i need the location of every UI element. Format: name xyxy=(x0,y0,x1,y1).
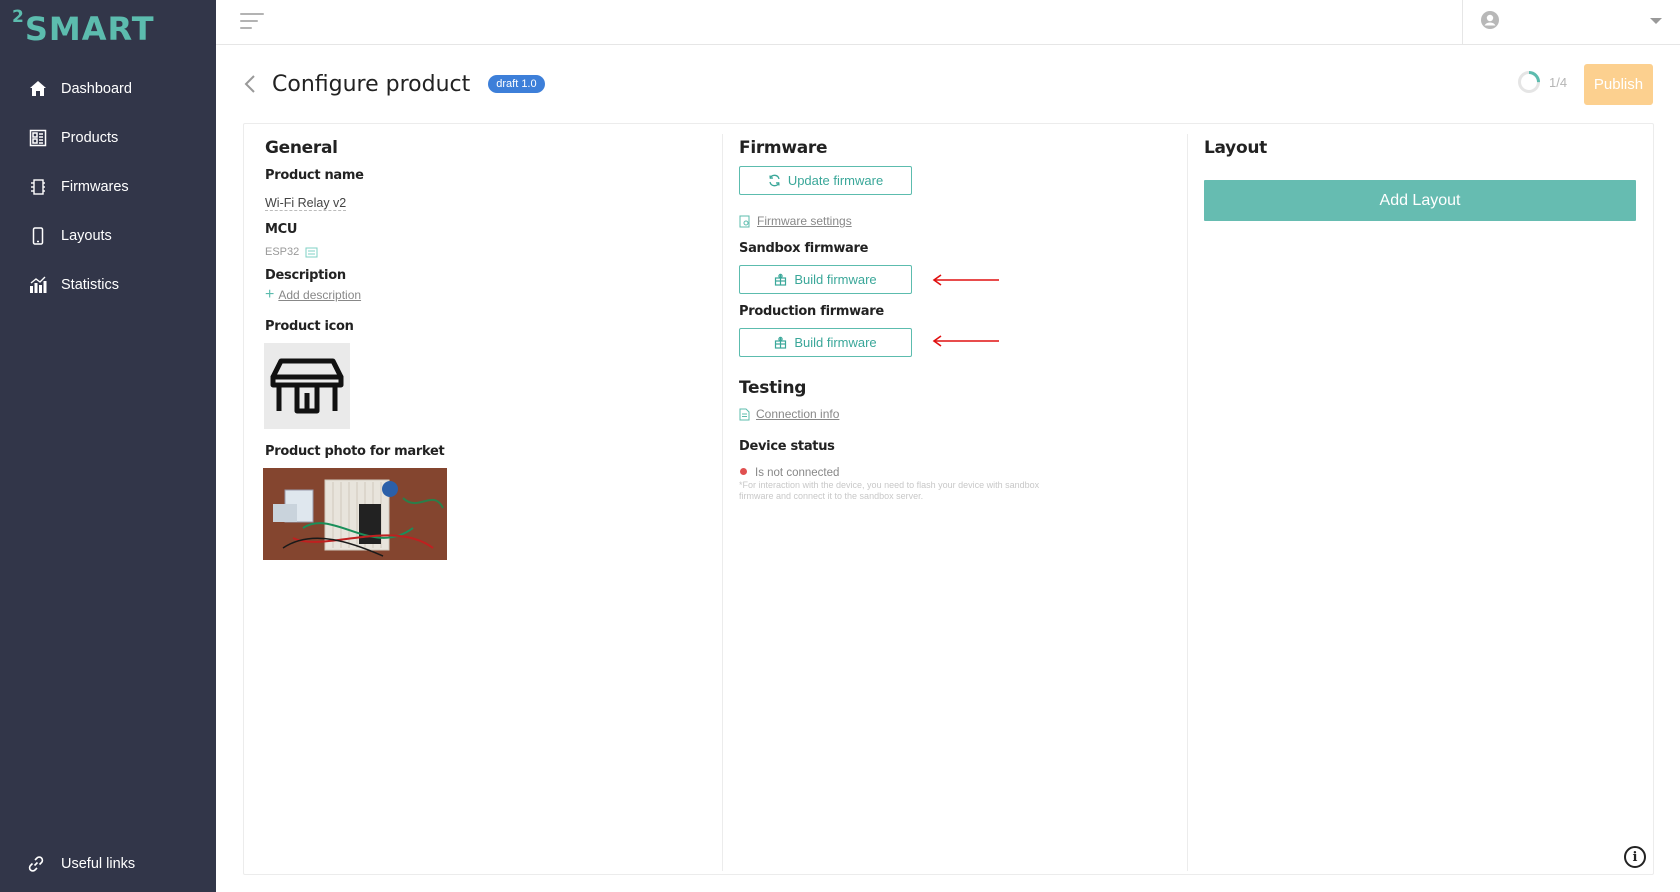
version-badge: draft 1.0 xyxy=(488,75,545,93)
logo[interactable]: 2SMART xyxy=(12,7,155,48)
info-icon[interactable]: i xyxy=(1624,846,1646,868)
sidebar-item-label: Firmwares xyxy=(61,178,129,195)
general-section: General Product name Wi-Fi Relay v2 MCU … xyxy=(262,134,714,871)
settings-doc-icon xyxy=(739,215,750,227)
configure-card: General Product name Wi-Fi Relay v2 MCU … xyxy=(243,123,1654,875)
sidebar-item-statistics[interactable]: Statistics xyxy=(0,260,216,309)
add-description[interactable]: + Add description xyxy=(265,286,361,303)
add-description-link[interactable]: Add description xyxy=(278,288,361,302)
menu-toggle-icon[interactable] xyxy=(240,13,266,33)
layout-title: Layout xyxy=(1204,138,1267,158)
products-icon xyxy=(27,127,49,149)
progress-count: 1/4 xyxy=(1549,74,1568,90)
sidebar-item-products[interactable]: Products xyxy=(0,113,216,162)
mcu-label: MCU xyxy=(265,222,298,237)
description-label: Description xyxy=(265,268,346,283)
firmware-title: Firmware xyxy=(739,138,828,158)
update-firmware-button[interactable]: Update firmware xyxy=(739,166,912,195)
build-sandbox-firmware-button[interactable]: Build firmware xyxy=(739,265,912,294)
sidebar-item-firmwares[interactable]: Firmwares xyxy=(0,162,216,211)
sidebar: 2SMART Dashboard Products Firmwares Layo… xyxy=(0,0,216,892)
mcu-row: ESP32 xyxy=(265,246,318,258)
sidebar-item-label: Dashboard xyxy=(61,80,132,97)
sidebar-item-label: Statistics xyxy=(61,276,120,293)
product-name-label: Product name xyxy=(265,168,364,183)
link-icon xyxy=(27,853,49,875)
red-arrow-annotation xyxy=(932,274,999,286)
firmware-section: Firmware Update firmware Firmware settin… xyxy=(722,134,1187,871)
product-icon-label: Product icon xyxy=(265,319,354,334)
device-status-label: Device status xyxy=(739,439,835,454)
page-header: Configure product draft 1.0 xyxy=(244,66,545,102)
home-icon xyxy=(27,78,49,100)
layout-section: Layout Add Layout xyxy=(1187,134,1653,871)
product-photo[interactable] xyxy=(263,468,447,560)
useful-links-label: Useful links xyxy=(61,856,136,872)
add-layout-button[interactable]: Add Layout xyxy=(1204,180,1636,221)
page-title: Configure product xyxy=(272,71,471,97)
sidebar-item-label: Layouts xyxy=(61,227,112,244)
sidebar-item-label: Products xyxy=(61,129,119,146)
firmware-icon xyxy=(27,176,49,198)
build-icon xyxy=(775,273,787,286)
update-firmware-label: Update firmware xyxy=(787,173,884,188)
firmware-settings[interactable]: Firmware settings xyxy=(739,214,852,228)
user-avatar-icon xyxy=(1480,10,1500,35)
build-production-label: Build firmware xyxy=(794,335,877,350)
red-arrow-annotation xyxy=(932,335,999,347)
user-menu[interactable] xyxy=(1462,0,1680,44)
top-bar xyxy=(216,0,1680,45)
device-note: *For interaction with the device, you ne… xyxy=(739,480,1040,501)
plus-icon: + xyxy=(265,286,275,303)
production-firmware-label: Production firmware xyxy=(739,304,884,319)
mcu-value: ESP32 xyxy=(265,246,300,258)
refresh-icon xyxy=(769,174,780,187)
device-status-value: Is not connected xyxy=(755,467,840,479)
build-production-firmware-button[interactable]: Build firmware xyxy=(739,328,912,357)
photo-label: Product photo for market xyxy=(265,444,445,459)
general-title: General xyxy=(265,138,338,158)
sidebar-nav: Dashboard Products Firmwares Layouts Sta… xyxy=(0,64,216,309)
chevron-down-icon xyxy=(1650,18,1662,24)
back-icon[interactable] xyxy=(244,72,264,96)
phone-icon xyxy=(27,225,49,247)
relay-icon xyxy=(270,358,344,414)
progress-ring-icon xyxy=(1518,71,1540,93)
status-dot-icon xyxy=(740,468,747,476)
setup-progress: 1/4 xyxy=(1517,70,1567,94)
publish-button[interactable]: Publish xyxy=(1584,64,1653,105)
document-icon xyxy=(739,408,750,420)
product-name-value[interactable]: Wi-Fi Relay v2 xyxy=(265,196,347,211)
chip-icon xyxy=(305,247,318,258)
connection-info-link[interactable]: Connection info xyxy=(756,407,839,421)
useful-links[interactable]: Useful links xyxy=(0,844,216,884)
sidebar-item-dashboard[interactable]: Dashboard xyxy=(0,64,216,113)
device-status: Is not connected xyxy=(740,463,839,481)
testing-title: Testing xyxy=(739,378,807,398)
connection-info[interactable]: Connection info xyxy=(739,407,839,421)
build-sandbox-label: Build firmware xyxy=(794,272,877,287)
sandbox-firmware-label: Sandbox firmware xyxy=(739,241,869,256)
product-photo-image xyxy=(263,468,447,560)
firmware-settings-link[interactable]: Firmware settings xyxy=(757,214,852,228)
build-icon xyxy=(775,336,787,349)
product-icon[interactable] xyxy=(264,343,350,429)
sidebar-item-layouts[interactable]: Layouts xyxy=(0,211,216,260)
statistics-icon xyxy=(27,274,49,296)
